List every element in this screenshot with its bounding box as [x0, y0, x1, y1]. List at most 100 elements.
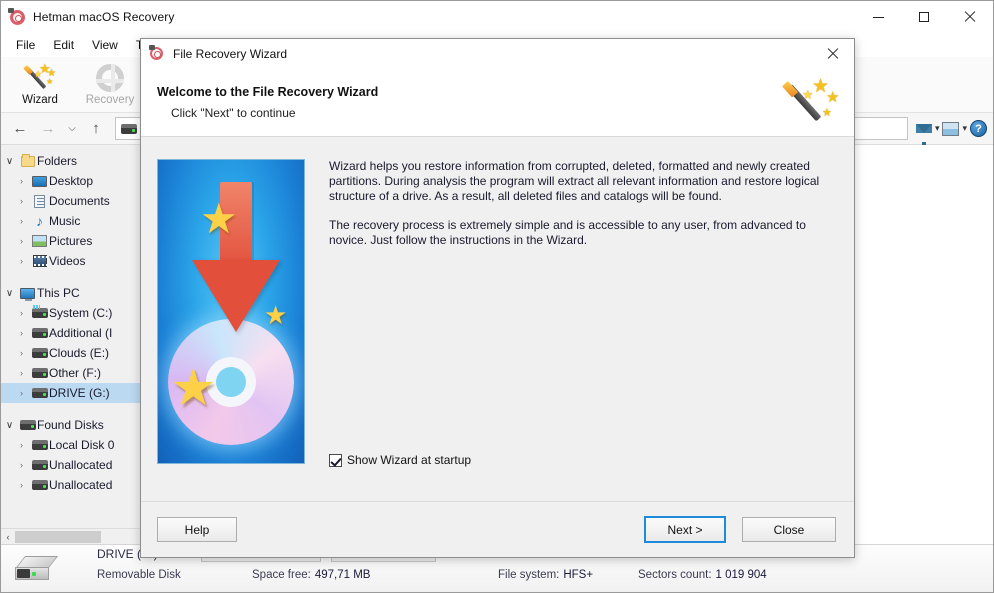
sidebar-item-drive-g[interactable]: › DRIVE (G:) [1, 383, 145, 403]
expander-icon[interactable]: › [13, 308, 30, 318]
tree-item-label: Desktop [49, 174, 94, 188]
status-field-file-system: File system: HFS+ [498, 569, 638, 581]
scrollbar-thumb[interactable] [15, 530, 101, 543]
tree-group-label: This PC [37, 286, 80, 300]
expander-icon[interactable]: › [13, 368, 30, 378]
sidebar-item-unallocated-1[interactable]: › Unallocated [1, 455, 145, 475]
sidebar-item-additional[interactable]: › Additional (I [1, 323, 145, 343]
status-fields: Removable Disk Space free: 497,71 MB Fil… [97, 569, 767, 581]
tree-item-label: Other (F:) [49, 366, 102, 380]
expander-icon[interactable]: › [13, 480, 30, 490]
dialog-close-button[interactable] [812, 39, 854, 69]
maximize-icon [919, 12, 929, 22]
tree-group-found-disks[interactable]: ∨ Found Disks [1, 415, 145, 435]
expander-icon[interactable]: › [13, 256, 30, 266]
tree-group-label: Found Disks [37, 418, 104, 432]
videos-icon [30, 255, 49, 267]
sidebar-item-desktop[interactable]: › Desktop [1, 171, 145, 191]
dialog-paragraph-2: The recovery process is extremely simple… [329, 218, 806, 247]
back-button[interactable]: ← [7, 117, 33, 141]
expander-icon[interactable]: › [13, 348, 30, 358]
sidebar-horizontal-scrollbar[interactable]: ‹ [1, 528, 145, 544]
status-label: File system: [498, 569, 560, 581]
close-dialog-button[interactable]: Close [742, 517, 836, 542]
expander-icon[interactable]: › [13, 176, 30, 186]
history-dropdown-icon[interactable]: ⌵ [63, 117, 81, 141]
magic-wand-icon: ★ ★ ★ ★ [782, 77, 840, 126]
forward-button[interactable]: → [35, 117, 61, 141]
tree-item-label: Unallocated [49, 478, 113, 492]
drive-icon [18, 420, 37, 430]
tree-item-label: Clouds (E:) [49, 346, 110, 360]
scrollbar-track[interactable] [15, 528, 145, 544]
sidebar-item-unallocated-2[interactable]: › Unallocated [1, 475, 145, 495]
sidebar-item-system-c[interactable]: › System (C:) [1, 303, 145, 323]
sidebar-item-clouds-e[interactable]: › Clouds (E:) [1, 343, 145, 363]
drive-icon [30, 388, 49, 398]
help-icon[interactable]: ? [970, 120, 987, 137]
toolbar-wizard-label: Wizard [22, 93, 58, 106]
expander-icon[interactable]: › [13, 216, 30, 226]
show-wizard-checkbox[interactable] [329, 453, 342, 467]
menu-item-edit[interactable]: Edit [44, 35, 83, 55]
file-recovery-wizard-dialog: File Recovery Wizard Welcome to the File… [140, 38, 855, 558]
dialog-content-column: Wizard helps you restore information fro… [329, 159, 836, 501]
sidebar-item-music[interactable]: › ♪ Music [1, 211, 145, 231]
computer-icon [18, 287, 37, 301]
tree-item-label: Additional (I [49, 326, 113, 340]
preview-dropdown-icon[interactable]: ▾ [962, 123, 967, 134]
drive-icon [121, 123, 137, 134]
preview-image-icon[interactable] [942, 121, 960, 136]
expander-icon[interactable]: › [13, 440, 30, 450]
sidebar-item-documents[interactable]: › Documents [1, 191, 145, 211]
help-button[interactable]: Help [157, 517, 237, 542]
app-lifebuoy-icon [8, 8, 26, 26]
dialog-subheading: Click "Next" to continue [171, 106, 296, 120]
expander-icon[interactable]: › [13, 328, 30, 338]
music-icon: ♪ [36, 213, 43, 229]
expander-icon[interactable]: › [13, 388, 30, 398]
sidebar-item-pictures[interactable]: › Pictures [1, 231, 145, 251]
up-button[interactable]: ↑ [83, 117, 109, 141]
close-icon [827, 48, 839, 60]
tree-group-folders[interactable]: ∨ Folders [1, 151, 145, 171]
recovery-illustration: ★ ★ ★ [157, 159, 305, 464]
removable-disk-icon [14, 555, 59, 582]
status-label: Space free: [252, 569, 311, 581]
expander-icon[interactable]: › [13, 196, 30, 206]
tree-group-this-pc[interactable]: ∨ This PC [1, 283, 145, 303]
expander-icon[interactable]: ∨ [1, 420, 18, 431]
footer-right-buttons: Next > Close [644, 516, 836, 543]
filter-dropdown-icon[interactable]: ▾ [935, 123, 940, 134]
dialog-header-text: Welcome to the File Recovery Wizard Clic… [157, 85, 378, 120]
maximize-button[interactable] [901, 1, 947, 33]
show-wizard-at-startup-checkbox-row[interactable]: Show Wizard at startup [329, 453, 836, 467]
magic-wand-icon: ★ ★ ★ ★ [23, 62, 56, 92]
system-drive-icon [30, 305, 49, 318]
menu-item-view[interactable]: View [83, 35, 127, 55]
expander-icon[interactable]: › [13, 236, 30, 246]
toolbar-button-wizard[interactable]: ★ ★ ★ ★ Wizard [5, 58, 75, 112]
tree-item-label: Unallocated [49, 458, 113, 472]
next-button[interactable]: Next > [644, 516, 726, 543]
star-icon: ★ [200, 195, 238, 242]
tree-item-label: Videos [49, 254, 86, 268]
dialog-lifebuoy-icon [149, 45, 167, 63]
expander-icon[interactable]: › [13, 460, 30, 470]
expander-icon[interactable]: ∨ [1, 288, 18, 299]
sidebar-item-local-disk-0[interactable]: › Local Disk 0 [1, 435, 145, 455]
menu-item-file[interactable]: File [7, 35, 44, 55]
drive-icon [30, 368, 49, 378]
close-button[interactable] [947, 1, 993, 33]
sidebar-item-videos[interactable]: › Videos [1, 251, 145, 271]
star-icon: ★ [264, 300, 288, 330]
sidebar-item-other-f[interactable]: › Other (F:) [1, 363, 145, 383]
drive-icon [30, 480, 49, 490]
toolbar-button-recovery[interactable]: Recovery [75, 58, 145, 112]
expander-icon[interactable]: ∨ [1, 156, 18, 167]
funnel-icon[interactable] [915, 124, 932, 149]
toolbar-recovery-label: Recovery [85, 93, 135, 106]
tree-item-label: System (C:) [49, 306, 113, 320]
scroll-left-icon[interactable]: ‹ [1, 532, 15, 542]
minimize-button[interactable] [855, 1, 901, 33]
